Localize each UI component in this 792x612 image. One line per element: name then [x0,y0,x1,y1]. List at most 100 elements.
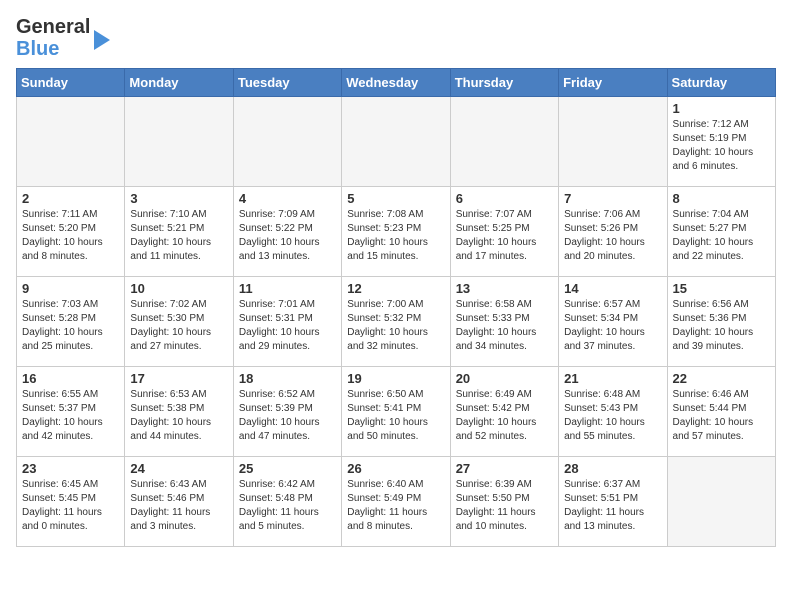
day-cell: 2 Sunrise: 7:11 AM Sunset: 5:20 PM Daylig… [17,187,125,277]
day-number: 7 [564,191,661,206]
logo: GeneralBlue [16,16,110,60]
day-cell: 14 Sunrise: 6:57 AM Sunset: 5:34 PM Dayli… [559,277,667,367]
calendar-table: SundayMondayTuesdayWednesdayThursdayFrid… [16,68,776,547]
logo-text: GeneralBlue [16,16,90,60]
day-cell [233,97,341,187]
day-number: 14 [564,281,661,296]
day-cell: 12 Sunrise: 7:00 AM Sunset: 5:32 PM Dayli… [342,277,450,367]
day-cell [125,97,233,187]
day-info: Sunrise: 7:08 AM Sunset: 5:23 PM Dayligh… [347,208,444,264]
day-cell: 4 Sunrise: 7:09 AM Sunset: 5:22 PM Daylig… [233,187,341,277]
day-info: Sunrise: 6:46 AM Sunset: 5:44 PM Dayligh… [673,388,770,444]
day-info: Sunrise: 7:12 AM Sunset: 5:19 PM Dayligh… [673,118,770,174]
day-number: 24 [130,461,227,476]
col-header-thursday: Thursday [450,69,558,97]
day-number: 22 [673,371,770,386]
day-info: Sunrise: 7:02 AM Sunset: 5:30 PM Dayligh… [130,298,227,354]
day-number: 12 [347,281,444,296]
day-cell: 11Sunrise: 7:01 AM Sunset: 5:31 PM Dayli… [233,277,341,367]
day-number: 10 [130,281,227,296]
day-number: 15 [673,281,770,296]
col-header-friday: Friday [559,69,667,97]
day-number: 27 [456,461,553,476]
day-cell: 8 Sunrise: 7:04 AM Sunset: 5:27 PM Daylig… [667,187,775,277]
day-cell: 23Sunrise: 6:45 AM Sunset: 5:45 PM Dayli… [17,457,125,547]
day-cell: 25Sunrise: 6:42 AM Sunset: 5:48 PM Dayli… [233,457,341,547]
day-cell: 17 Sunrise: 6:53 AM Sunset: 5:38 PM Dayli… [125,367,233,457]
day-cell: 20 Sunrise: 6:49 AM Sunset: 5:42 PM Dayli… [450,367,558,457]
day-cell: 9 Sunrise: 7:03 AM Sunset: 5:28 PM Daylig… [17,277,125,367]
day-info: Sunrise: 6:50 AM Sunset: 5:41 PM Dayligh… [347,388,444,444]
day-number: 4 [239,191,336,206]
day-number: 21 [564,371,661,386]
day-cell: 1 Sunrise: 7:12 AM Sunset: 5:19 PM Daylig… [667,97,775,187]
day-info: Sunrise: 6:48 AM Sunset: 5:43 PM Dayligh… [564,388,661,444]
day-info: Sunrise: 6:40 AM Sunset: 5:49 PM Dayligh… [347,478,444,534]
day-cell: 10 Sunrise: 7:02 AM Sunset: 5:30 PM Dayli… [125,277,233,367]
day-number: 17 [130,371,227,386]
day-info: Sunrise: 7:09 AM Sunset: 5:22 PM Dayligh… [239,208,336,264]
day-info: Sunrise: 7:04 AM Sunset: 5:27 PM Dayligh… [673,208,770,264]
day-cell: 28Sunrise: 6:37 AM Sunset: 5:51 PM Dayli… [559,457,667,547]
day-number: 16 [22,371,119,386]
col-header-saturday: Saturday [667,69,775,97]
week-row-4: 16 Sunrise: 6:55 AM Sunset: 5:37 PM Dayli… [17,367,776,457]
day-number: 13 [456,281,553,296]
header-row: SundayMondayTuesdayWednesdayThursdayFrid… [17,69,776,97]
day-info: Sunrise: 6:57 AM Sunset: 5:34 PM Dayligh… [564,298,661,354]
day-cell: 16 Sunrise: 6:55 AM Sunset: 5:37 PM Dayli… [17,367,125,457]
day-number: 18 [239,371,336,386]
day-number: 1 [673,101,770,116]
week-row-3: 9 Sunrise: 7:03 AM Sunset: 5:28 PM Daylig… [17,277,776,367]
week-row-2: 2 Sunrise: 7:11 AM Sunset: 5:20 PM Daylig… [17,187,776,277]
day-cell: 18Sunrise: 6:52 AM Sunset: 5:39 PM Dayli… [233,367,341,457]
day-number: 5 [347,191,444,206]
day-cell: 21 Sunrise: 6:48 AM Sunset: 5:43 PM Dayli… [559,367,667,457]
day-cell: 3 Sunrise: 7:10 AM Sunset: 5:21 PM Daylig… [125,187,233,277]
day-info: Sunrise: 7:10 AM Sunset: 5:21 PM Dayligh… [130,208,227,264]
day-cell: 22 Sunrise: 6:46 AM Sunset: 5:44 PM Dayli… [667,367,775,457]
col-header-wednesday: Wednesday [342,69,450,97]
day-info: Sunrise: 6:58 AM Sunset: 5:33 PM Dayligh… [456,298,553,354]
day-number: 25 [239,461,336,476]
day-info: Sunrise: 7:01 AM Sunset: 5:31 PM Dayligh… [239,298,336,354]
day-number: 3 [130,191,227,206]
col-header-sunday: Sunday [17,69,125,97]
day-info: Sunrise: 7:03 AM Sunset: 5:28 PM Dayligh… [22,298,119,354]
day-cell [342,97,450,187]
day-cell: 7 Sunrise: 7:06 AM Sunset: 5:26 PM Daylig… [559,187,667,277]
day-cell: 13 Sunrise: 6:58 AM Sunset: 5:33 PM Dayli… [450,277,558,367]
day-info: Sunrise: 6:43 AM Sunset: 5:46 PM Dayligh… [130,478,227,534]
day-cell: 26 Sunrise: 6:40 AM Sunset: 5:49 PM Dayli… [342,457,450,547]
day-cell [17,97,125,187]
day-cell [667,457,775,547]
col-header-monday: Monday [125,69,233,97]
day-info: Sunrise: 6:53 AM Sunset: 5:38 PM Dayligh… [130,388,227,444]
day-info: Sunrise: 7:11 AM Sunset: 5:20 PM Dayligh… [22,208,119,264]
day-cell: 27Sunrise: 6:39 AM Sunset: 5:50 PM Dayli… [450,457,558,547]
day-number: 9 [22,281,119,296]
day-info: Sunrise: 7:06 AM Sunset: 5:26 PM Dayligh… [564,208,661,264]
day-cell: 24 Sunrise: 6:43 AM Sunset: 5:46 PM Dayli… [125,457,233,547]
day-info: Sunrise: 6:45 AM Sunset: 5:45 PM Dayligh… [22,478,119,534]
logo-arrow-icon [94,30,110,50]
day-cell: 15Sunrise: 6:56 AM Sunset: 5:36 PM Dayli… [667,277,775,367]
day-info: Sunrise: 7:00 AM Sunset: 5:32 PM Dayligh… [347,298,444,354]
day-info: Sunrise: 6:49 AM Sunset: 5:42 PM Dayligh… [456,388,553,444]
day-cell: 5 Sunrise: 7:08 AM Sunset: 5:23 PM Daylig… [342,187,450,277]
col-header-tuesday: Tuesday [233,69,341,97]
week-row-5: 23Sunrise: 6:45 AM Sunset: 5:45 PM Dayli… [17,457,776,547]
day-cell: 6Sunrise: 7:07 AM Sunset: 5:25 PM Daylig… [450,187,558,277]
header: GeneralBlue [16,16,776,60]
day-number: 20 [456,371,553,386]
week-row-1: 1 Sunrise: 7:12 AM Sunset: 5:19 PM Daylig… [17,97,776,187]
day-info: Sunrise: 6:37 AM Sunset: 5:51 PM Dayligh… [564,478,661,534]
day-number: 6 [456,191,553,206]
day-number: 8 [673,191,770,206]
day-number: 19 [347,371,444,386]
day-number: 2 [22,191,119,206]
day-cell: 19 Sunrise: 6:50 AM Sunset: 5:41 PM Dayli… [342,367,450,457]
day-cell [559,97,667,187]
day-info: Sunrise: 6:55 AM Sunset: 5:37 PM Dayligh… [22,388,119,444]
day-number: 26 [347,461,444,476]
